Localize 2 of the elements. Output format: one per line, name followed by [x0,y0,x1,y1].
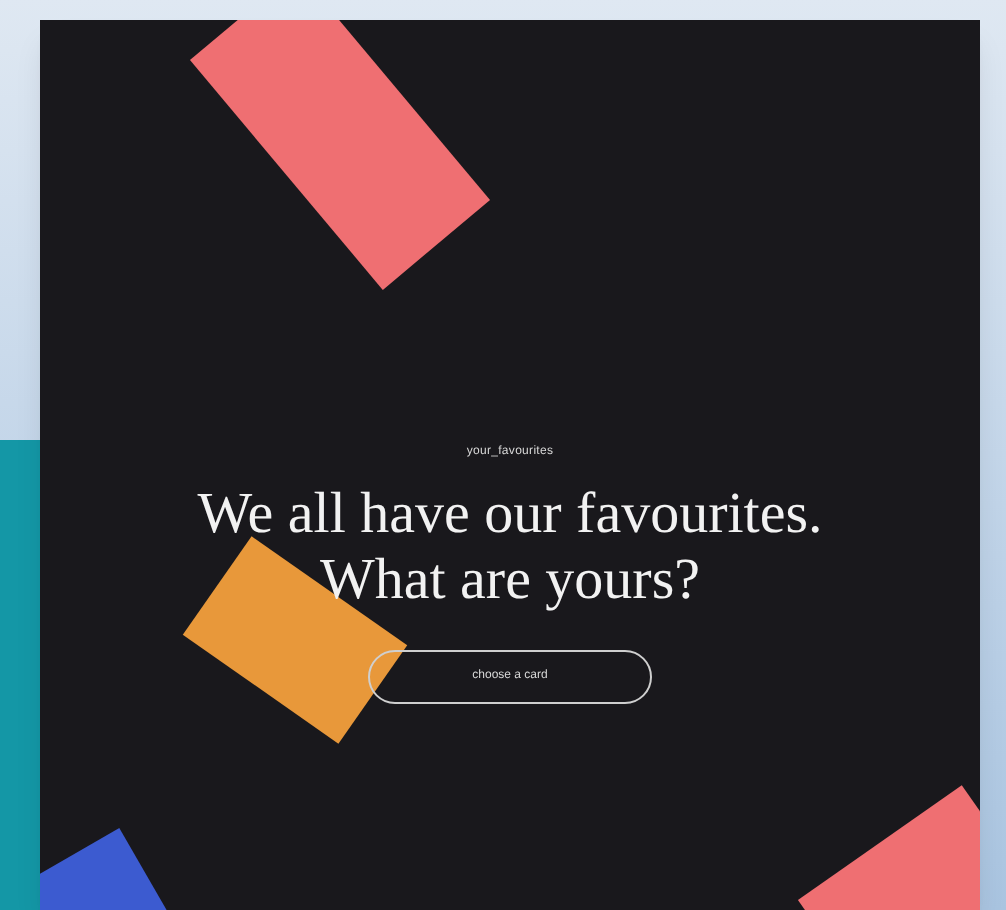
hero-heading-line: What are yours? [319,548,700,614]
hero-heading-line: We all have our favourites. [197,482,823,548]
